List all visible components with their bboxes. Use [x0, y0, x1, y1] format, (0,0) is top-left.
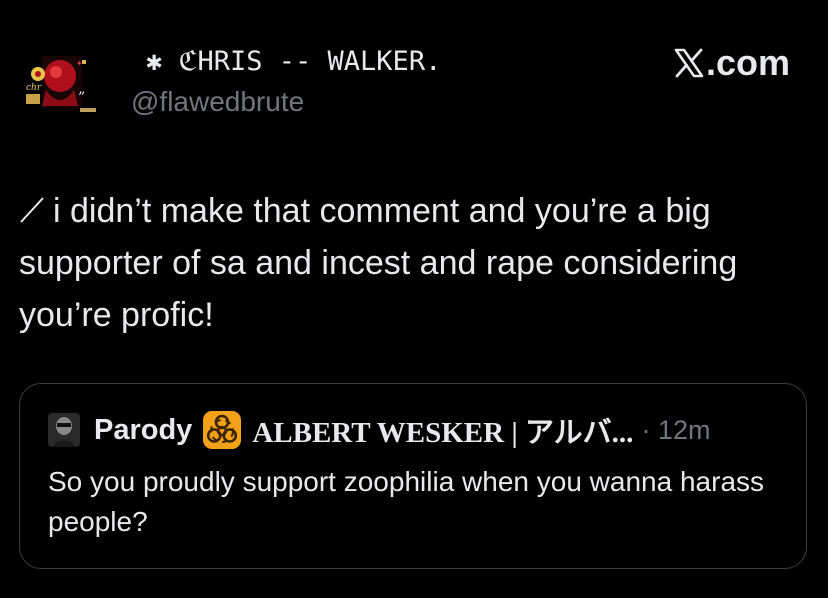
quoted-author-avatar[interactable]: [48, 413, 80, 447]
post-text-block: i didn’t make that comment and you’re a …: [19, 185, 809, 341]
quoted-post-card[interactable]: Parody ALBERT WESKER | アルバ... · 12m So y…: [19, 383, 807, 569]
quoted-post-time[interactable]: · 12m: [641, 415, 710, 446]
post-text: i didn’t make that comment and you’re a …: [19, 192, 738, 334]
x-logo-icon: [674, 43, 704, 84]
parody-label: Parody: [94, 413, 193, 446]
author-avatar[interactable]: chr ✦ ”: [20, 50, 98, 120]
biohazard-icon: [202, 410, 242, 450]
svg-text:”: ”: [78, 90, 85, 106]
author-handle[interactable]: @flawedbrute: [131, 86, 304, 118]
author-display-name[interactable]: ✱ ℭHRIS -- WALKER.: [146, 46, 441, 77]
x-brand-logo: .com: [674, 42, 790, 84]
slash-icon: [19, 187, 45, 223]
svg-text:✦: ✦: [76, 59, 83, 68]
quoted-author-name[interactable]: ALBERT WESKER | アルバ...: [252, 409, 633, 451]
brand-label: .com: [705, 42, 790, 83]
quoted-post-header: Parody ALBERT WESKER | アルバ... · 12m: [48, 410, 710, 450]
svg-text:chr: chr: [26, 83, 42, 93]
quoted-post-text: So you proudly support zoophilia when yo…: [48, 466, 765, 537]
